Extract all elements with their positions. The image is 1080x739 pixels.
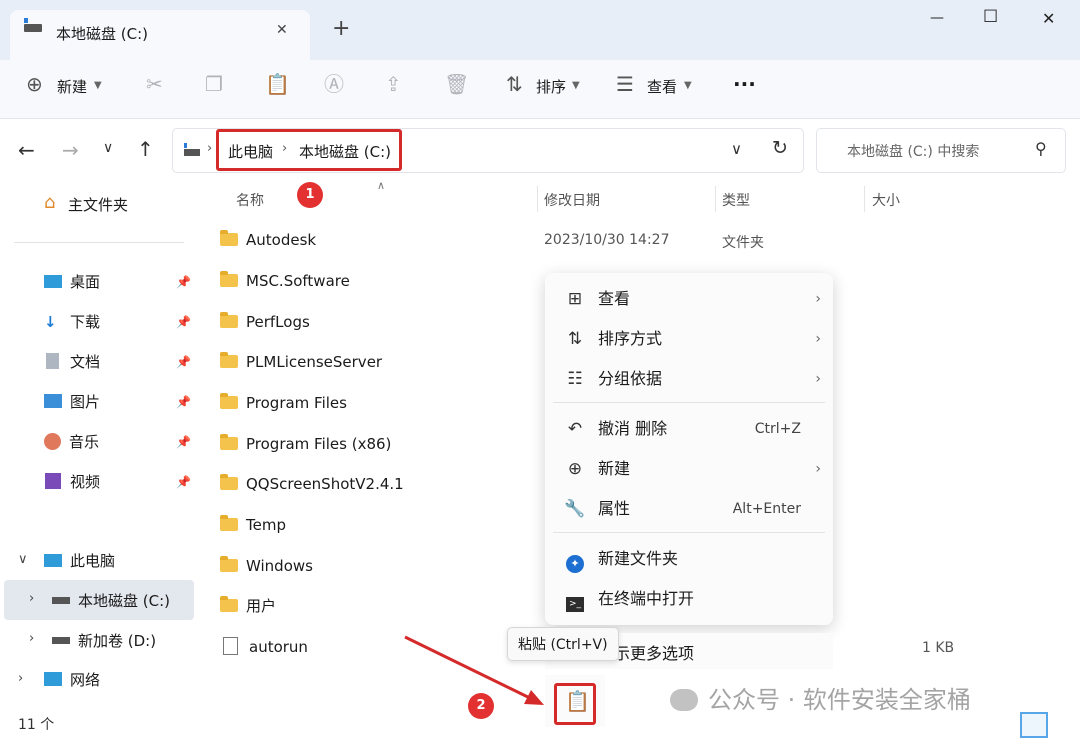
wechat-icon	[670, 689, 698, 711]
status-item-count: 11 个	[18, 717, 55, 733]
watermark-text: 公众号 · 软件安装全家桶	[708, 686, 971, 714]
annotation-arrow	[404, 635, 544, 705]
details-view-toggle[interactable]	[1020, 712, 1048, 738]
watermark: 公众号 · 软件安装全家桶	[670, 680, 971, 715]
